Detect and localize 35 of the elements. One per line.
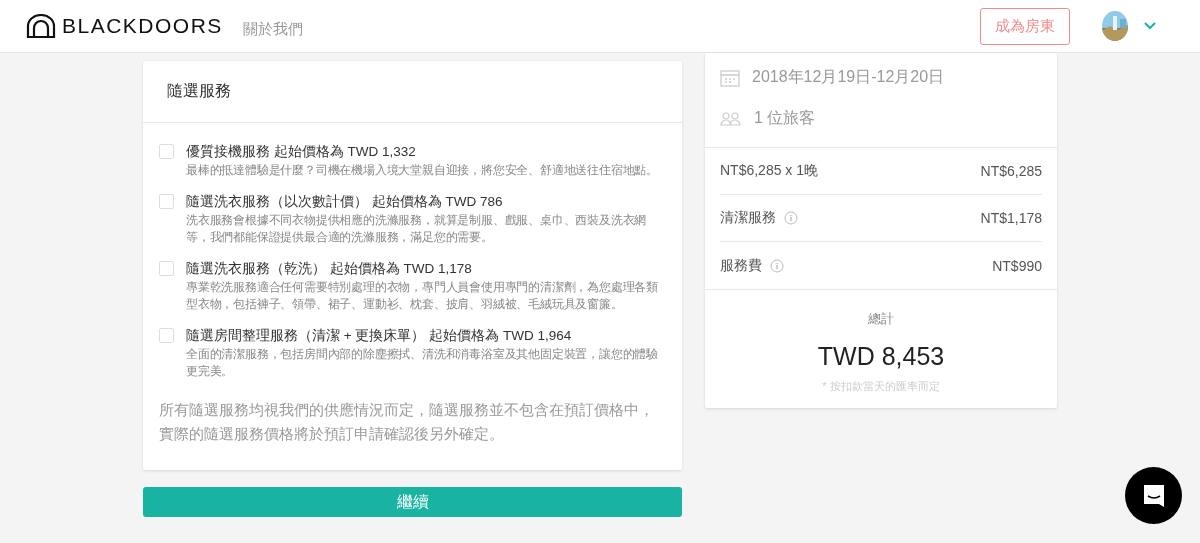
total-label: 總計 xyxy=(868,310,894,328)
price-amount: NT$6,285 xyxy=(980,163,1042,179)
checkbox[interactable] xyxy=(159,194,174,209)
become-host-button[interactable]: 成為房東 xyxy=(980,7,1070,45)
price-label: NT$6,285 x 1晚 xyxy=(720,162,819,180)
service-description: 最棒的抵達體驗是什麼？司機在機場入境大堂親自迎接，將您安全、舒適地送往住宿地點。 xyxy=(186,162,658,179)
chevron-down-icon[interactable] xyxy=(1144,22,1156,30)
logo-icon xyxy=(26,14,56,38)
card-title: 隨選服務 xyxy=(143,61,682,123)
calendar-icon xyxy=(720,68,740,87)
checkbox[interactable] xyxy=(159,144,174,159)
checkbox[interactable] xyxy=(159,328,174,343)
service-title: 隨選洗衣服務（以次數計價） 起始價格為 TWD 786 xyxy=(186,193,504,211)
price-amount: NT$1,178 xyxy=(980,210,1042,226)
price-label: 清潔服務 xyxy=(720,209,776,227)
info-icon[interactable] xyxy=(784,211,798,225)
service-title: 優質接機服務 起始價格為 TWD 1,332 xyxy=(186,143,417,161)
brand-name: BLACKDOORS xyxy=(62,14,223,38)
price-amount: NT$990 xyxy=(992,257,1042,274)
info-icon[interactable] xyxy=(770,258,784,273)
total-amount: TWD 8,453 xyxy=(817,342,945,371)
stay-dates: 2018年12月19日-12月20日 xyxy=(752,67,945,87)
continue-button[interactable]: 繼續 xyxy=(143,487,682,517)
service-description: 全面的清潔服務，包括房間內部的除塵擦拭、清洗和消毒浴室及其他固定裝置，讓您的體驗更完美。 xyxy=(186,346,659,380)
availability-note: 所有隨選服務均視我們的供應情況而定，隨選服務並不包含在預訂價格中，實際的隨選服務價格將於預訂申請確認後另外確定。 xyxy=(158,401,655,444)
service-description: 洗衣服務會根據不同衣物提供相應的洗滌服務，就算是制服、戲服、桌巾、西裝及洗衣網等，我們都能保證提供最合適的洗滌服務，滿足您的需要。 xyxy=(186,212,648,246)
checkbox[interactable] xyxy=(159,261,174,276)
guests-icon xyxy=(720,111,742,126)
service-description: 專業乾洗服務適合任何需要特別處理的衣物，專門人員會使用專門的清潔劑，為您處理各類型衣物，包括褲子、領帶、裙子、運動衫、枕套、披肩、羽絨被、毛絨玩具及窗簾。 xyxy=(186,279,659,313)
guest-count: 1 位旅客 xyxy=(754,108,816,128)
service-title: 隨選房間整理服務（清潔 + 更換床單） 起始價格為 TWD 1,964 xyxy=(186,327,573,345)
about-link[interactable]: 關於我們 xyxy=(242,19,303,39)
chat-button[interactable] xyxy=(1125,467,1182,524)
service-title: 隨選洗衣服務（乾洗） 起始價格為 TWD 1,178 xyxy=(186,260,473,278)
price-label: 服務費 xyxy=(720,256,762,275)
